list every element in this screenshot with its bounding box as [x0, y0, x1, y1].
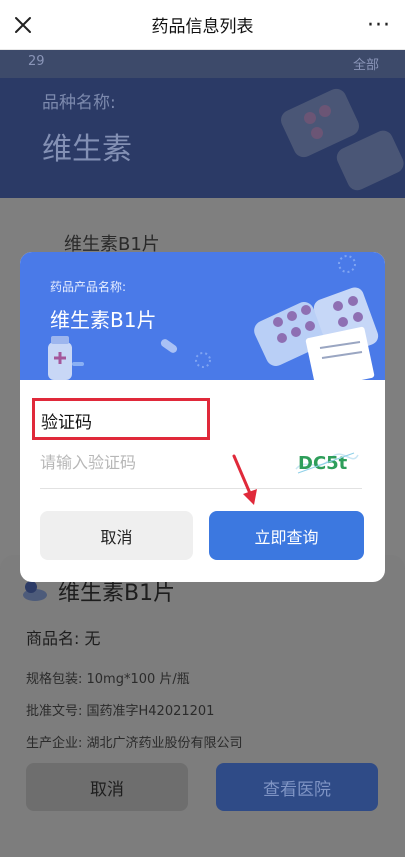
filter-count: 29: [28, 54, 45, 69]
view-hospital-button[interactable]: 查看医院: [216, 763, 378, 811]
manufacturer-text: 生产企业: 湖北广济药业股份有限公司: [26, 736, 243, 751]
drug-detail-sheet: 维生素B1片 商品名: 无 规格包装: 10mg*100 片/瓶 批准文号: 国…: [0, 555, 405, 857]
filter-all[interactable]: 全部: [353, 54, 379, 73]
captcha-image[interactable]: DC5t: [294, 447, 360, 477]
approval-text: 批准文号: 国药准字H42021201: [26, 704, 215, 719]
captcha-modal: 药品产品名称: 维生素B1片 验证码 DC5t 取消 立即查询: [20, 252, 385, 582]
product-name: 商品名: 无: [26, 629, 101, 648]
query-button[interactable]: 立即查询: [209, 511, 364, 560]
navbar: 药品信息列表 ···: [0, 0, 405, 50]
input-divider: [40, 488, 362, 489]
spec-text: 规格包装: 10mg*100 片/瓶: [26, 672, 190, 687]
modal-header: 药品产品名称: 维生素B1片: [20, 252, 385, 380]
close-icon[interactable]: [8, 10, 38, 40]
sheet-cancel-button[interactable]: 取消: [26, 763, 188, 811]
search-hero: 品种名称: 维生素: [0, 78, 405, 198]
modal-header-label: 药品产品名称:: [50, 280, 127, 294]
modal-cancel-button[interactable]: 取消: [40, 511, 193, 560]
captcha-label: 验证码: [41, 413, 92, 433]
arrow-annotation-icon: [232, 454, 257, 505]
hero-value: 维生素: [42, 132, 132, 167]
page-title: 药品信息列表: [151, 17, 254, 37]
filter-strip: 29 全部: [0, 50, 405, 78]
hero-label: 品种名称:: [42, 93, 116, 113]
modal-header-value: 维生素B1片: [50, 308, 157, 332]
pill-icon: [22, 579, 48, 603]
pills-decoration-icon: [281, 88, 404, 191]
more-icon[interactable]: ···: [365, 10, 393, 40]
